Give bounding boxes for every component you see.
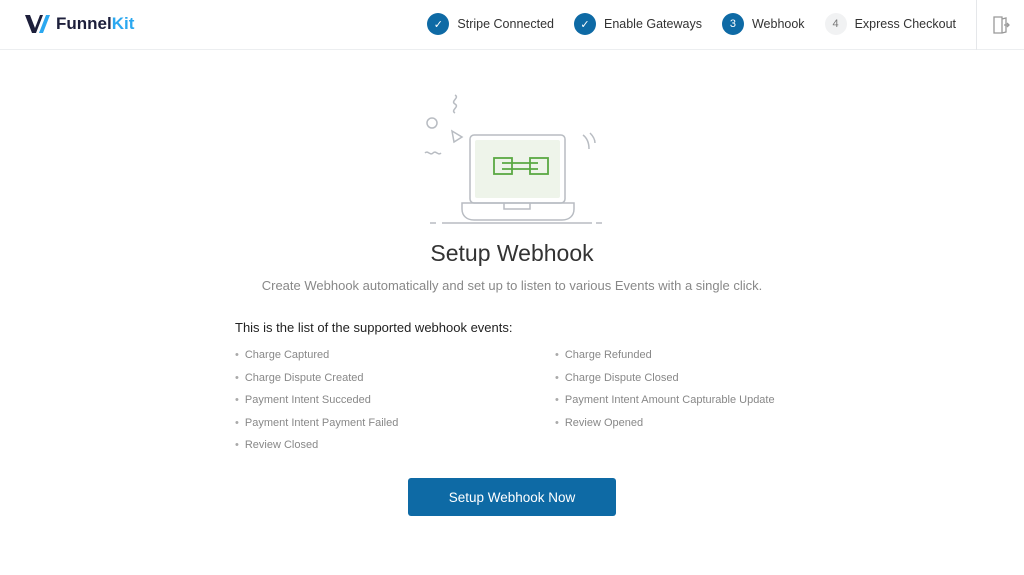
- setup-webhook-button[interactable]: Setup Webhook Now: [408, 478, 616, 516]
- brand-name: Funnel: [56, 14, 112, 33]
- list-item: Payment Intent Amount Capturable Update: [555, 393, 775, 416]
- exit-icon: [992, 16, 1010, 34]
- events-list-right: Charge Refunded Charge Dispute Closed Pa…: [555, 348, 775, 438]
- stepper: ✓ Stripe Connected ✓ Enable Gateways 3 Webh…: [407, 13, 956, 35]
- events-list-heading: This is the list of the supported webhoo…: [235, 320, 513, 335]
- list-item: Charge Dispute Closed: [555, 371, 775, 394]
- step-label: Enable Gateways: [603, 17, 702, 31]
- step-label: Express Checkout: [854, 17, 956, 31]
- list-item: Charge Captured: [235, 348, 398, 371]
- step-label: Stripe Connected: [457, 17, 554, 31]
- step-stripe-connected[interactable]: ✓ Stripe Connected: [427, 13, 554, 35]
- step-webhook[interactable]: 3 Webhook: [721, 13, 805, 35]
- list-item: Charge Dispute Created: [235, 371, 398, 394]
- page-title: Setup Webhook: [430, 240, 594, 266]
- step-enable-gateways[interactable]: ✓ Enable Gateways: [573, 13, 702, 35]
- step-number: 3: [721, 13, 744, 35]
- brand-name-kit: Kit: [111, 14, 135, 33]
- list-item: Payment Intent Payment Failed: [235, 416, 398, 439]
- exit-button[interactable]: [976, 0, 1024, 50]
- events-list-left: Charge Captured Charge Dispute Created P…: [235, 348, 398, 461]
- list-item: Review Opened: [555, 416, 775, 439]
- list-item: Charge Refunded: [555, 348, 775, 371]
- laptop-webhook-illustration: [424, 94, 602, 224]
- check-icon: ✓: [573, 13, 596, 35]
- header: Funnel Kit ✓ Stripe Connected ✓ Enable Gate…: [0, 0, 1024, 50]
- step-express-checkout[interactable]: 4 Express Checkout: [824, 13, 956, 35]
- logo-mark-icon: [25, 15, 50, 33]
- check-icon: ✓: [427, 13, 450, 35]
- page-subtitle: Create Webhook automatically and set up …: [261, 278, 763, 293]
- funnelkit-logo: Funnel Kit: [24, 13, 134, 35]
- list-item: Review Closed: [235, 438, 398, 461]
- step-number: 4: [824, 13, 847, 35]
- list-item: Payment Intent Succeded: [235, 393, 398, 416]
- step-label: Webhook: [751, 17, 805, 31]
